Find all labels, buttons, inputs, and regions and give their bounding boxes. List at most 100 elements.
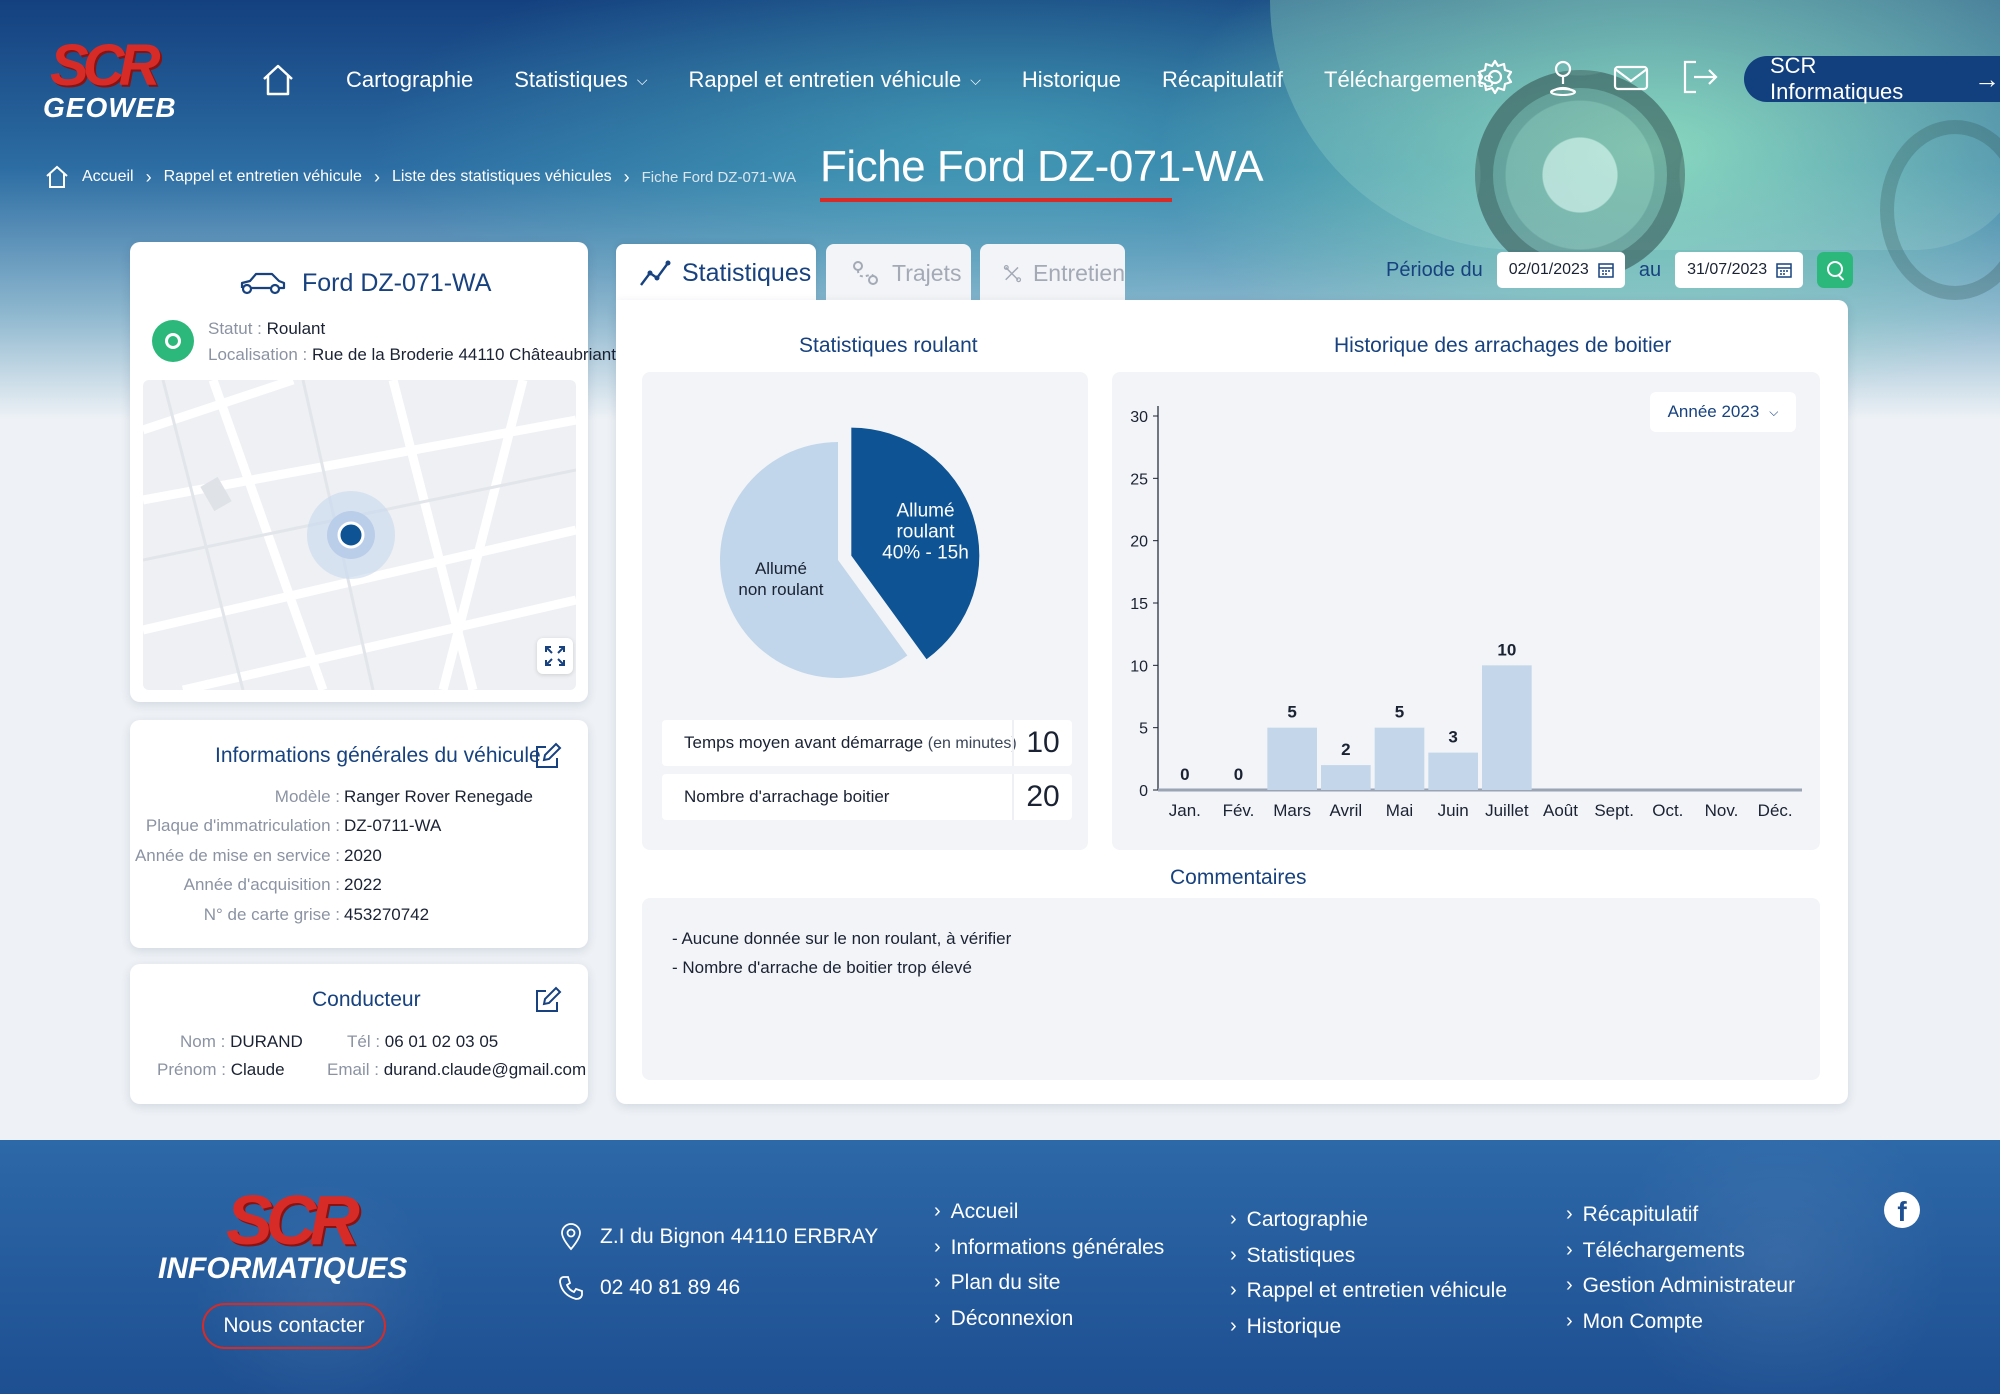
- phone-icon: [559, 1276, 583, 1300]
- user-location-icon[interactable]: [1542, 56, 1584, 98]
- y-tick-label: 25: [1130, 471, 1148, 488]
- x-tick-label: Déc.: [1758, 801, 1793, 820]
- nav-telechargements[interactable]: Téléchargements: [1324, 67, 1494, 93]
- tools-icon: [1003, 264, 1022, 283]
- bar-value-label: 5: [1287, 703, 1296, 722]
- pie-label: roulant: [896, 522, 955, 543]
- bar-7[interactable]: [1482, 665, 1532, 790]
- chevron-down-icon: ⌵: [970, 71, 981, 88]
- year-select[interactable]: Année 2023 ⌵: [1650, 392, 1796, 432]
- calendar-icon: [1776, 263, 1792, 278]
- home-icon[interactable]: [258, 60, 298, 100]
- x-tick-label: Mai: [1386, 801, 1413, 820]
- y-tick-label: 30: [1130, 409, 1148, 426]
- bar-4[interactable]: [1321, 765, 1371, 790]
- footer-link-historique[interactable]: › Historique: [1230, 1309, 1507, 1345]
- bar-3[interactable]: [1267, 727, 1317, 790]
- footer-links-col2: › Cartographie › Statistiques › Rappel et e…: [1230, 1202, 1507, 1344]
- y-tick-label: 0: [1139, 783, 1148, 800]
- facebook-icon[interactable]: f: [1884, 1192, 1920, 1228]
- driver-tel: Tél : 06 01 02 03 05: [347, 1032, 499, 1051]
- vehicle-header: Ford DZ-071-WA: [238, 268, 491, 298]
- date-from-input[interactable]: 02/01/2023: [1496, 252, 1625, 288]
- x-tick-label: Juin: [1438, 801, 1469, 820]
- footer-links-col3: › Récapitulatif › Téléchargements › Gestion…: [1566, 1197, 1795, 1339]
- nav-statistiques[interactable]: Statistiques ⌵: [514, 67, 647, 93]
- nav-recapitulatif[interactable]: Récapitulatif: [1162, 67, 1283, 93]
- map-pin-icon: [561, 1223, 581, 1251]
- footer-link-statistiques[interactable]: › Statistiques: [1230, 1238, 1507, 1274]
- footer-link-cartographie[interactable]: › Cartographie: [1230, 1202, 1507, 1238]
- bar-value-label: 0: [1234, 765, 1243, 784]
- nav-cartographie[interactable]: Cartographie: [346, 67, 473, 93]
- chevron-right-icon: ›: [934, 1271, 941, 1293]
- vehicle-map[interactable]: [143, 380, 576, 690]
- comments-box[interactable]: - Aucune donnée sur le non roulant, à vé…: [642, 898, 1820, 1080]
- breadcrumb-accueil[interactable]: Accueil: [82, 168, 134, 186]
- y-tick-label: 20: [1130, 534, 1148, 551]
- x-tick-label: Nov.: [1705, 801, 1739, 820]
- settings-icon[interactable]: [1474, 56, 1516, 98]
- chevron-down-icon: ⌵: [636, 71, 648, 88]
- chevron-right-icon: ›: [1566, 1309, 1573, 1332]
- breadcrumb-rappel[interactable]: Rappel et entretien véhicule: [164, 168, 362, 186]
- bar-title: Historique des arrachages de boitier: [1334, 334, 1672, 357]
- home-icon[interactable]: [44, 164, 70, 190]
- chevron-right-icon: ›: [1230, 1243, 1237, 1266]
- chevron-right-icon: ›: [1230, 1279, 1237, 1301]
- mail-icon[interactable]: [1610, 56, 1652, 98]
- nav-rappel-entretien[interactable]: Rappel et entretien véhicule ⌵: [689, 67, 981, 93]
- vehicle-card: Ford DZ-071-WA Statut : Roulant Localisa…: [130, 242, 616, 702]
- nav-historique[interactable]: Historique: [1022, 67, 1121, 93]
- search-button[interactable]: [1817, 252, 1854, 288]
- location-target-icon[interactable]: [152, 320, 194, 362]
- geoweb-logo[interactable]: SCR GEOWEB: [40, 32, 176, 123]
- chevron-right-icon: ›: [1230, 1208, 1237, 1230]
- footer-link-plan-site[interactable]: › Plan du site: [934, 1265, 1164, 1301]
- vehicle-status: Statut : Roulant Localisation : Rue de l…: [208, 319, 616, 364]
- footer-link-deconnexion[interactable]: › Déconnexion: [934, 1301, 1164, 1337]
- footer-logo: SCR: [226, 1181, 360, 1259]
- period-to-label: au: [1638, 258, 1662, 281]
- stat-row-temps-demarrage: Temps moyen avant démarrage (en minutes)…: [662, 720, 1072, 766]
- x-tick-label: Août: [1543, 801, 1578, 820]
- footer-link-accueil[interactable]: › Accueil: [934, 1194, 1164, 1230]
- contact-button[interactable]: Nous contacter: [202, 1303, 386, 1349]
- footer-link-gestion-admin[interactable]: › Gestion Administrateur: [1566, 1268, 1795, 1304]
- pie-chart: Alluméroulant40% - 15hAlluménon roulant: [720, 427, 980, 678]
- x-tick-label: Oct.: [1652, 801, 1683, 820]
- info-row-modele: Modèle : Ranger Rover Renegade: [274, 786, 534, 806]
- tab-trajets[interactable]: Trajets: [826, 244, 971, 302]
- date-to-input[interactable]: 31/07/2023: [1675, 252, 1804, 288]
- footer-link-informations[interactable]: › Informations générales: [934, 1230, 1164, 1266]
- edit-icon[interactable]: [532, 742, 562, 772]
- footer-link-recapitulatif[interactable]: › Récapitulatif: [1566, 1197, 1795, 1233]
- title-underline: [820, 198, 1172, 202]
- arrow-right-icon: →: [1974, 63, 2000, 94]
- period-from-label: Période du: [1386, 258, 1483, 281]
- tab-statistiques[interactable]: Statistiques: [616, 244, 816, 302]
- info-row-plaque: Plaque d'immatriculation : DZ-0711-WA: [145, 816, 442, 836]
- chevron-right-icon: ›: [1566, 1238, 1573, 1261]
- pie-label: 40% - 15h: [882, 543, 969, 564]
- footer-link-mon-compte[interactable]: › Mon Compte: [1566, 1304, 1795, 1340]
- edit-icon[interactable]: [532, 986, 562, 1016]
- footer-address: Z.I du Bignon 44110 ERBRAY: [556, 1222, 878, 1252]
- x-tick-label: Mars: [1273, 801, 1311, 820]
- pie-label: non roulant: [738, 580, 823, 599]
- footer-phone[interactable]: 02 40 81 89 46: [556, 1273, 740, 1303]
- footer-link-rappel[interactable]: › Rappel et entretien véhicule: [1230, 1273, 1507, 1309]
- pie-label: Allumé: [755, 559, 807, 578]
- chevron-right-icon: ›: [1230, 1314, 1237, 1337]
- expand-map-button[interactable]: [537, 638, 573, 674]
- bar-6[interactable]: [1428, 752, 1478, 790]
- chevron-down-icon: ⌵: [1769, 404, 1779, 419]
- bar-5[interactable]: [1374, 727, 1425, 790]
- breadcrumb-liste-stats[interactable]: Liste des statistiques véhicules: [392, 168, 612, 186]
- footer-link-telechargements[interactable]: › Téléchargements: [1566, 1233, 1795, 1269]
- tab-entretien[interactable]: Entretien: [980, 244, 1125, 302]
- breadcrumb-current: Fiche Ford DZ-071-WA: [641, 168, 797, 186]
- company-account-button[interactable]: SCR Informatiques →: [1744, 53, 2000, 104]
- logout-icon[interactable]: [1678, 56, 1720, 98]
- bar-chart: 0 5 10 15 20 25 30 0 Jan. 0 Fév. 5 Mars 2 Avril 5 Mai 3 Ju…: [1130, 406, 1802, 820]
